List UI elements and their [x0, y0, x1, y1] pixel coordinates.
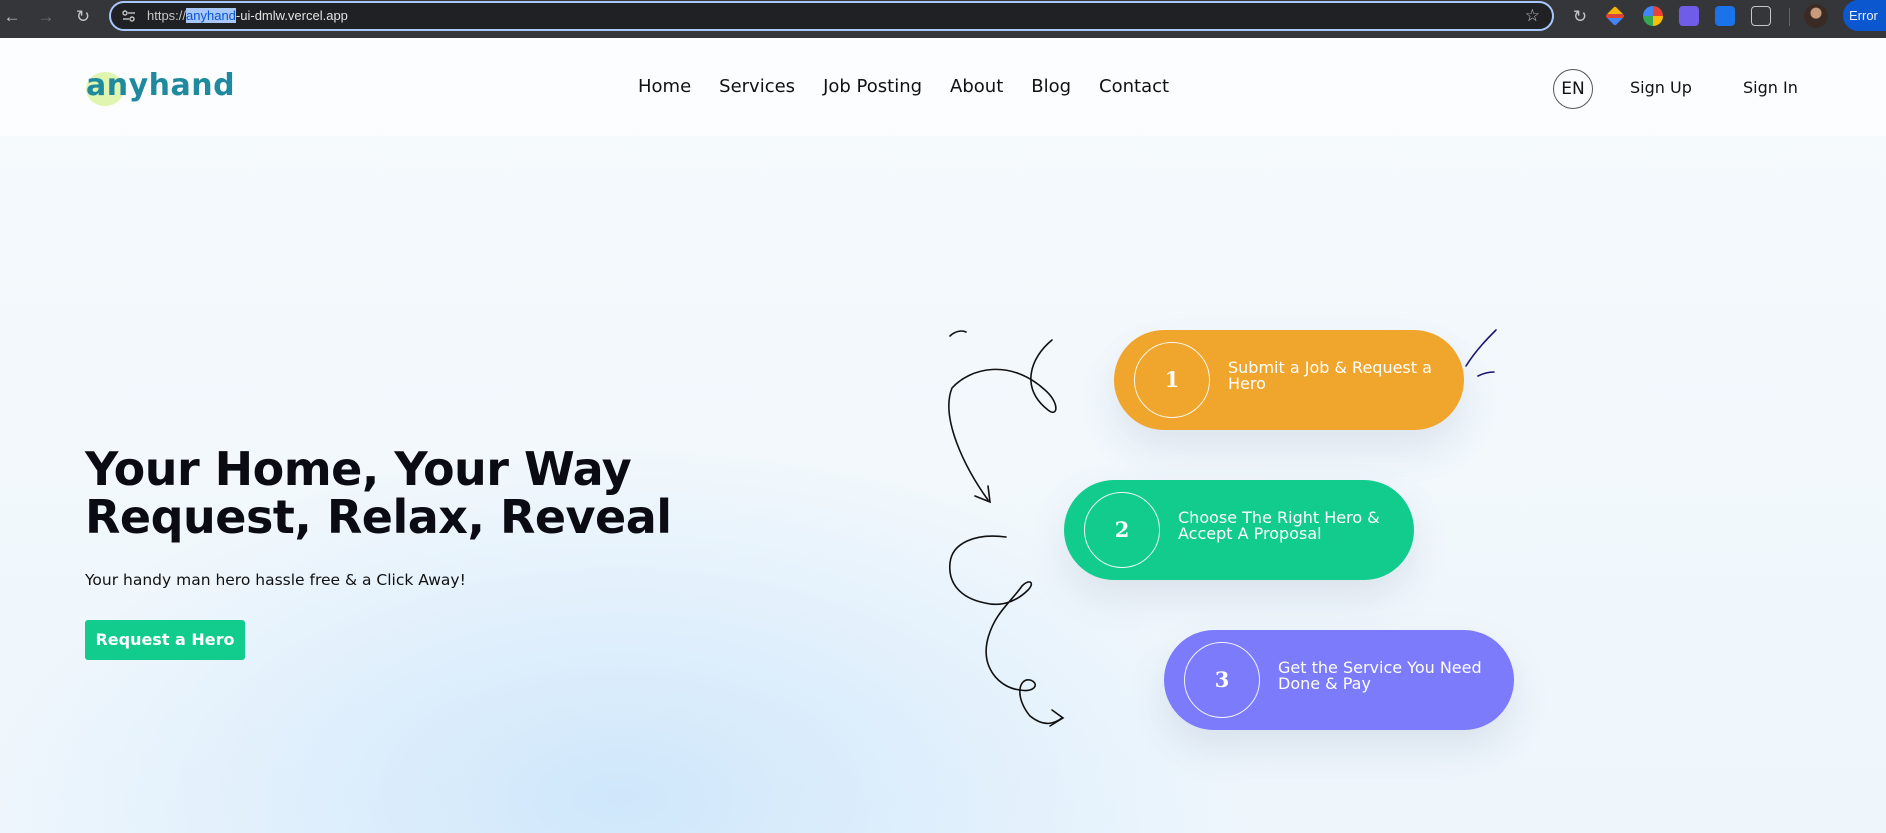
- sign-in-link[interactable]: Sign In: [1743, 78, 1798, 97]
- main-nav: Home Services Job Posting About Blog Con…: [638, 76, 1197, 97]
- hero-subtitle: Your handy man hero hassle free & a Clic…: [85, 571, 466, 589]
- sign-up-link[interactable]: Sign Up: [1630, 78, 1692, 97]
- step-number: 3: [1184, 642, 1260, 718]
- arrow-2-head: [1049, 709, 1065, 727]
- nav-about[interactable]: About: [950, 76, 1003, 97]
- step-text: Get the Service You Need Done & Pay: [1278, 658, 1482, 693]
- step-text: Submit a Job & Request a Hero: [1228, 358, 1432, 393]
- error-badge[interactable]: Error: [1843, 0, 1886, 31]
- accent-dash-2: [1477, 371, 1495, 377]
- nav-services[interactable]: Services: [719, 76, 795, 97]
- accent-dash-1: [1465, 329, 1497, 367]
- arrow-2: [949, 535, 1063, 725]
- hero-title-line-1: Your Home, Your Way: [85, 442, 632, 496]
- nav-contact[interactable]: Contact: [1099, 76, 1169, 97]
- pen-extension-icon[interactable]: [1605, 6, 1625, 26]
- step-card-3: 3 Get the Service You Need Done & Pay: [1164, 630, 1514, 730]
- decorative-arrows: [948, 329, 1497, 727]
- forward-arrow-icon[interactable]: →: [33, 4, 59, 30]
- profile-avatar[interactable]: [1804, 4, 1828, 28]
- nav-home[interactable]: Home: [638, 76, 691, 97]
- step-card-1: 1 Submit a Job & Request a Hero: [1114, 330, 1464, 430]
- gear-extension-icon[interactable]: [1679, 6, 1699, 26]
- puzzle-extensions-icon[interactable]: [1751, 6, 1771, 26]
- arrow-1-head: [974, 485, 991, 504]
- reload-icon[interactable]: ↻: [70, 4, 96, 30]
- refresh-extension-icon[interactable]: ↻: [1567, 4, 1593, 30]
- bookmark-extension-icon[interactable]: [1715, 6, 1735, 26]
- page: anyhand Home Services Job Posting About …: [0, 38, 1886, 833]
- step-number: 1: [1134, 342, 1210, 418]
- address-bar[interactable]: https://anyhand-ui-dmlw.vercel.app ☆: [109, 1, 1554, 31]
- site-logo[interactable]: anyhand: [86, 68, 235, 108]
- bookmark-star-icon[interactable]: ☆: [1525, 6, 1540, 26]
- nav-job-posting[interactable]: Job Posting: [823, 76, 922, 97]
- logo-text: anyhand: [86, 68, 236, 103]
- nav-blog[interactable]: Blog: [1031, 76, 1071, 97]
- step-text: Choose The Right Hero & Accept A Proposa…: [1178, 508, 1380, 543]
- request-hero-button[interactable]: Request a Hero: [85, 620, 245, 660]
- site-settings-icon[interactable]: [121, 8, 137, 24]
- hero-title: Your Home, Your Way Request, Relax, Reve…: [85, 445, 672, 541]
- color-extension-icon[interactable]: [1643, 6, 1663, 26]
- step-card-2: 2 Choose The Right Hero & Accept A Propo…: [1064, 480, 1414, 580]
- step-number: 2: [1084, 492, 1160, 568]
- back-arrow-icon[interactable]: ←: [0, 4, 25, 30]
- language-selector[interactable]: EN: [1553, 69, 1593, 109]
- hero-title-line-2: Request, Relax, Reveal: [85, 490, 672, 544]
- scribble-tick: [949, 330, 967, 337]
- toolbar-divider: [1789, 8, 1790, 26]
- url-text[interactable]: https://anyhand-ui-dmlw.vercel.app: [147, 8, 348, 23]
- browser-toolbar: ← → ↻ https://anyhand-ui-dmlw.vercel.app…: [0, 0, 1886, 38]
- arrow-1: [948, 339, 1057, 501]
